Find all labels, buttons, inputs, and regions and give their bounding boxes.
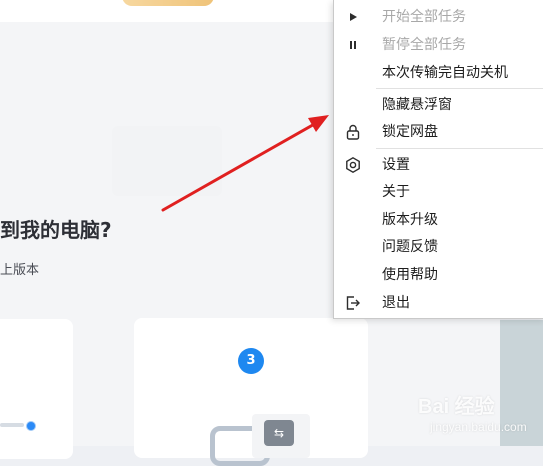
menu-item-label: 退出 [382, 295, 410, 311]
menu-item-label: 设置 [382, 157, 410, 173]
baidu-jingyan-watermark: Bai 经验 jingyan.baidu.com [418, 386, 538, 442]
menu-item-label: 关于 [382, 184, 410, 200]
watermark-url: jingyan.baidu.com [430, 420, 527, 434]
pause-icon [350, 41, 356, 49]
play-icon [350, 13, 357, 21]
menu-item-hide-floating-window[interactable]: 隐藏悬浮窗 [334, 92, 543, 118]
menu-item-label: 版本升级 [382, 212, 438, 228]
step-card-3: 3 ⇆ [134, 318, 368, 466]
menu-item-label: 隐藏悬浮窗 [382, 97, 452, 113]
transfer-icon: ⇆ [264, 420, 294, 446]
page-headline: 到我的电脑? [0, 218, 112, 242]
top-action-button[interactable] [122, 0, 214, 6]
step-card-left [0, 319, 73, 459]
exit-icon [346, 296, 360, 310]
menu-item-label: 开始全部任务 [382, 9, 466, 25]
menu-item-about[interactable]: 关于 [334, 179, 543, 205]
check-dot-icon [26, 421, 36, 431]
menu-item-start-all[interactable]: 开始全部任务 [334, 4, 543, 30]
menu-item-label: 使用帮助 [382, 267, 438, 283]
page-subtext: 上版本 [0, 263, 40, 278]
menu-item-settings[interactable]: 设置 [334, 152, 543, 178]
faint-panel [112, 126, 222, 196]
menu-item-help[interactable]: 使用帮助 [334, 262, 543, 288]
gear-icon [346, 156, 360, 174]
menu-divider [376, 88, 543, 89]
menu-divider [376, 148, 543, 149]
menu-item-exit[interactable]: 退出 [334, 290, 543, 316]
card-progress-pill [0, 423, 24, 427]
menu-item-auto-shutdown[interactable]: 本次传输完自动关机 [334, 60, 543, 86]
menu-item-upgrade[interactable]: 版本升级 [334, 207, 543, 233]
tray-context-menu: 开始全部任务 暂停全部任务 本次传输完自动关机 隐藏悬浮窗 锁定网盘 设置 关于 [333, 0, 543, 319]
menu-item-pause-all[interactable]: 暂停全部任务 [334, 32, 543, 58]
menu-item-feedback[interactable]: 问题反馈 [334, 234, 543, 260]
watermark-title: Bai 经验 [418, 396, 495, 418]
menu-item-label: 暂停全部任务 [382, 37, 466, 53]
menu-item-label: 锁定网盘 [382, 124, 438, 140]
menu-item-label: 本次传输完自动关机 [382, 65, 508, 81]
menu-item-lock-drive[interactable]: 锁定网盘 [334, 119, 543, 145]
lock-icon [346, 124, 360, 140]
menu-item-label: 问题反馈 [382, 239, 438, 255]
step-number-badge: 3 [238, 348, 264, 374]
